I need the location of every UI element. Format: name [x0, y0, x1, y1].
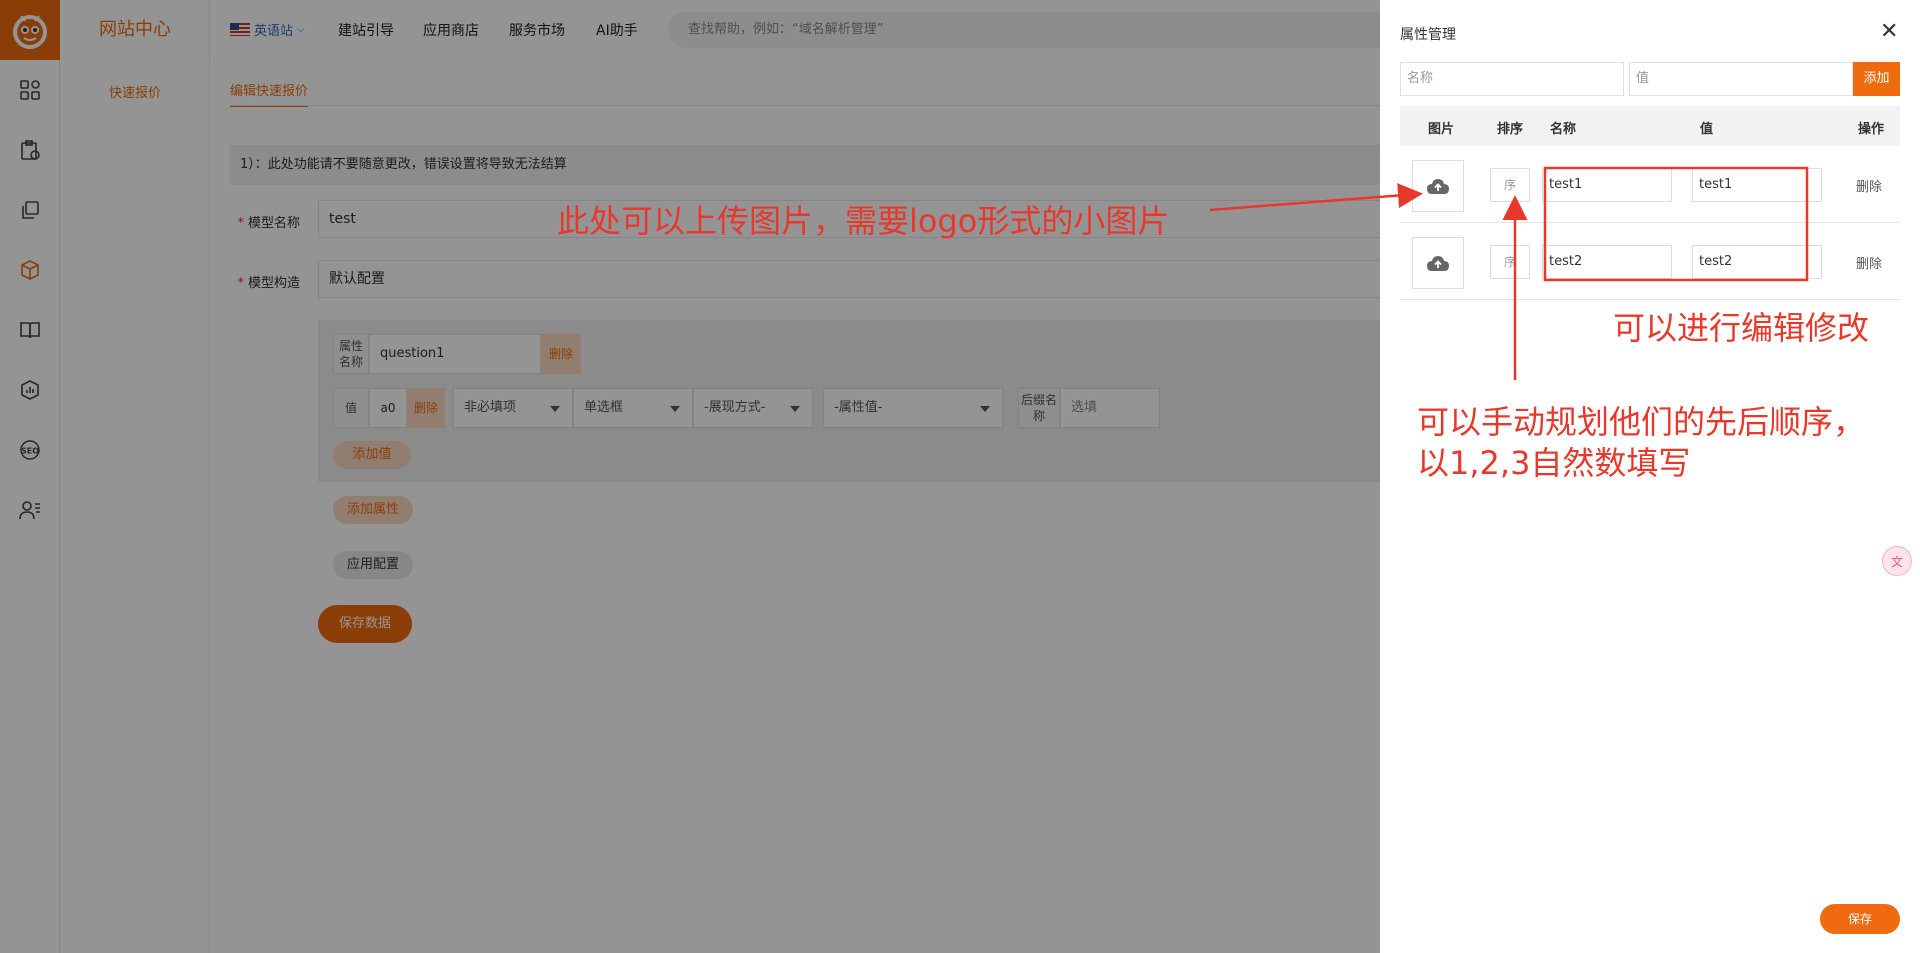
- header-image: 图片: [1428, 122, 1455, 137]
- annotation-sort-line1: 可以手动规划他们的先后顺序，: [1417, 403, 1866, 441]
- header-sort: 排序: [1497, 122, 1524, 137]
- add-button[interactable]: 添加: [1853, 62, 1900, 96]
- annotation-edit: 可以进行编辑修改: [1613, 309, 1870, 347]
- upload-image-button[interactable]: [1412, 237, 1464, 289]
- modal-overlay[interactable]: [0, 0, 1380, 953]
- row-delete-link[interactable]: 删除: [1856, 176, 1882, 195]
- annotation-sort-line2: 以1,2,3自然数填写: [1417, 444, 1691, 482]
- new-name-input[interactable]: 名称: [1400, 62, 1624, 96]
- new-value-input[interactable]: 值: [1629, 62, 1853, 96]
- sort-input[interactable]: 序: [1490, 245, 1530, 279]
- cloud-upload-icon: [1427, 179, 1449, 194]
- row-name-input[interactable]: test2: [1542, 245, 1672, 279]
- drawer-save-button[interactable]: 保存: [1820, 904, 1900, 934]
- translate-icon[interactable]: 文: [1882, 546, 1912, 576]
- cloud-upload-icon: [1427, 256, 1449, 271]
- drawer-title: 属性管理: [1400, 27, 1456, 43]
- table-row: 序 test1 test1 删除: [1400, 146, 1900, 223]
- header-name: 名称: [1550, 122, 1577, 137]
- row-value-input[interactable]: test2: [1692, 245, 1822, 279]
- close-icon[interactable]: ✕: [1880, 21, 1898, 43]
- row-value-input[interactable]: test1: [1692, 168, 1822, 202]
- header-action: 操作: [1858, 122, 1885, 137]
- row-delete-link[interactable]: 删除: [1856, 253, 1882, 272]
- sort-input[interactable]: 序: [1490, 168, 1530, 202]
- table-row: 序 test2 test2 删除: [1400, 223, 1900, 300]
- table-header: 图片 排序 名称 值 操作: [1400, 106, 1900, 146]
- annotation-upload: 此处可以上传图片，需要logo形式的小图片: [557, 202, 1170, 240]
- header-value: 值: [1700, 122, 1714, 137]
- upload-image-button[interactable]: [1412, 160, 1464, 212]
- row-name-input[interactable]: test1: [1542, 168, 1672, 202]
